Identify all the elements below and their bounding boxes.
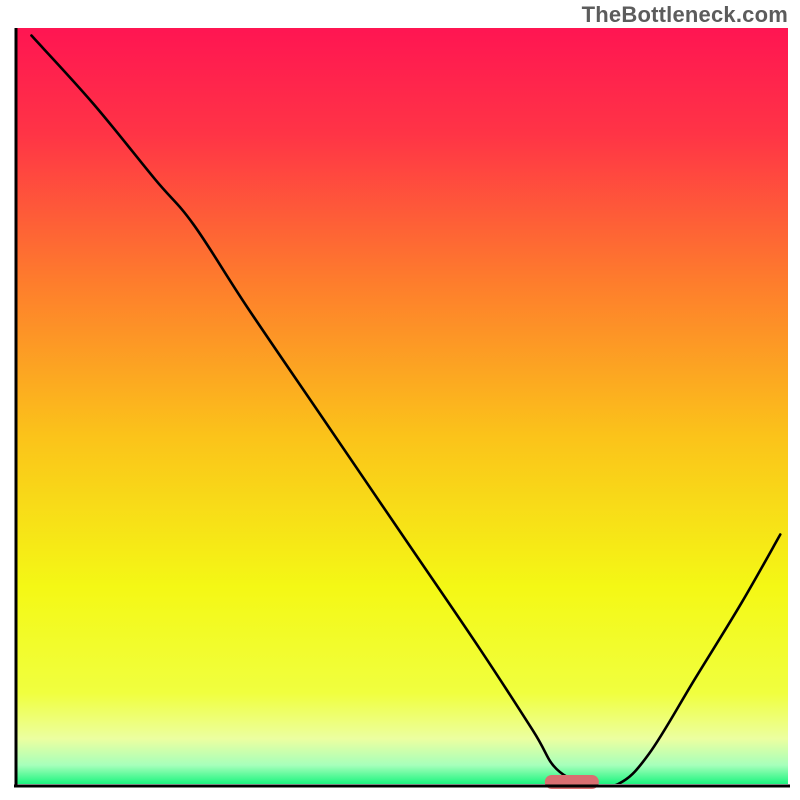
watermark-label: TheBottleneck.com — [582, 2, 788, 28]
chart-svg — [0, 0, 800, 800]
chart-container: TheBottleneck.com — [0, 0, 800, 800]
gradient-background — [16, 28, 788, 784]
